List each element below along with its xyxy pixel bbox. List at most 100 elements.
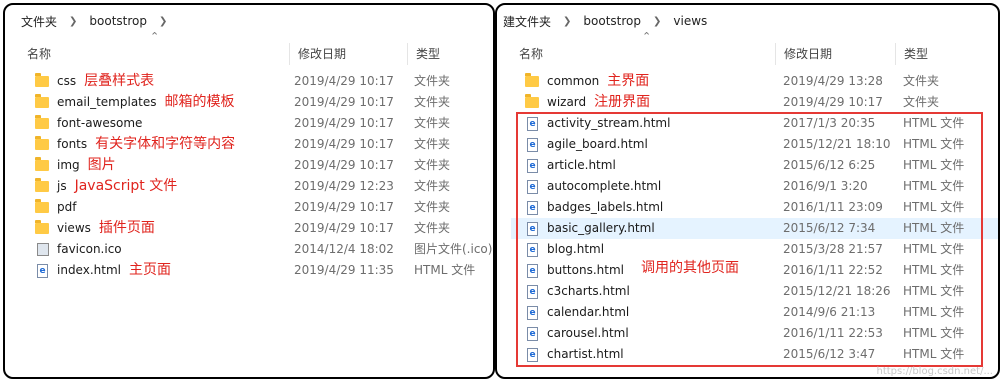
list-item-name-cell[interactable]: views 插件页面 [35, 218, 155, 239]
list-item-name-cell[interactable]: e blog.html [525, 239, 604, 260]
file-date: 2015/12/21 18:26 [783, 284, 891, 298]
html-file-icon: e [527, 116, 538, 131]
list-item[interactable]: common 主界面 2019/4/29 13:28 文件夹 [511, 71, 998, 92]
list-item[interactable]: fonts 有关字体和字符等内容 2019/4/29 10:17 文件夹 [19, 134, 493, 155]
list-item-name-cell[interactable]: e activity_stream.html [525, 113, 670, 134]
list-item-name-cell[interactable]: email_templates 邮箱的模板 [35, 92, 235, 113]
list-item-name-cell[interactable]: e buttons.html [525, 260, 624, 281]
list-item[interactable]: e carousel.html 2016/1/11 22:53 HTML 文件 [511, 323, 998, 344]
folder-icon [525, 94, 539, 108]
folder-icon [35, 94, 49, 108]
list-item-name-cell[interactable]: img 图片 [35, 155, 116, 176]
list-item-name-cell[interactable]: e article.html [525, 155, 616, 176]
file-name: badges_labels.html [547, 200, 664, 214]
column-type[interactable]: 类型 [407, 43, 493, 65]
column-name[interactable]: 名称 [511, 43, 775, 65]
file-name: article.html [547, 158, 616, 172]
list-item[interactable]: email_templates 邮箱的模板 2019/4/29 10:17 文件夹 [19, 92, 493, 113]
list-item-name-cell[interactable]: e carousel.html [525, 323, 629, 344]
column-date[interactable]: 修改日期 [289, 43, 407, 65]
list-item[interactable]: e autocomplete.html 2016/9/1 3:20 HTML 文件 [511, 176, 998, 197]
html-file-icon: e [527, 221, 538, 236]
html-file-icon: e [527, 158, 538, 173]
html-file-icon: e [527, 242, 538, 257]
list-item[interactable]: views 插件页面 2019/4/29 10:17 文件夹 [19, 218, 493, 239]
list-item[interactable]: wizard 注册界面 2019/4/29 10:17 文件夹 [511, 92, 998, 113]
annotation-note: 主页面 [128, 262, 171, 278]
list-item[interactable]: img 图片 2019/4/29 10:17 文件夹 [19, 155, 493, 176]
file-date: 2019/4/29 10:17 [294, 137, 394, 151]
list-item-name-cell[interactable]: font-awesome [35, 113, 142, 134]
file-type: 文件夹 [903, 95, 940, 109]
list-item[interactable]: e article.html 2015/6/12 6:25 HTML 文件 [511, 155, 998, 176]
html-file-icon: e [527, 347, 538, 362]
list-item[interactable]: e c3charts.html 2015/12/21 18:26 HTML 文件 [511, 281, 998, 302]
list-item[interactable]: e blog.html 2015/3/28 21:57 HTML 文件 [511, 239, 998, 260]
list-item[interactable]: e activity_stream.html 2017/1/3 20:35 HTML … [511, 113, 998, 134]
file-date: 2019/4/29 12:23 [294, 179, 394, 193]
file-name: agile_board.html [547, 137, 648, 151]
file-type: 文件夹 [414, 179, 451, 193]
chevron-right-icon[interactable]: ❯ [159, 16, 167, 27]
breadcrumb-item-parent[interactable]: 文件夹 [21, 13, 57, 30]
list-item[interactable]: favicon.ico 2014/12/4 18:02 图片文件(.ico) [19, 239, 493, 260]
list-item[interactable]: e badges_labels.html 2016/1/11 23:09 HTML 文… [511, 197, 998, 218]
list-item[interactable]: e calendar.html 2014/9/6 21:13 HTML 文件 [511, 302, 998, 323]
file-date: 2019/4/29 10:17 [294, 221, 394, 235]
breadcrumb-item-current[interactable]: views [673, 14, 707, 28]
file-date: 2016/1/11 22:53 [783, 326, 883, 340]
list-item-name-cell[interactable]: e c3charts.html [525, 281, 630, 302]
html-file-icon: e [527, 137, 538, 152]
file-name: calendar.html [547, 305, 630, 319]
list-item[interactable]: e buttons.html 2016/1/11 22:52 HTML 文件 [511, 260, 998, 281]
list-item[interactable]: font-awesome 2019/4/29 10:17 文件夹 [19, 113, 493, 134]
breadcrumb: 建文件夹 ❯ bootstrop ❯ views [503, 11, 707, 31]
html-file-icon: e [527, 326, 538, 341]
file-type: HTML 文件 [903, 305, 965, 319]
file-type: HTML 文件 [903, 179, 965, 193]
list-item-name-cell[interactable]: e autocomplete.html [525, 176, 661, 197]
list-item-name-cell[interactable]: fonts 有关字体和字符等内容 [35, 134, 235, 155]
list-item-name-cell[interactable]: common 主界面 [525, 71, 649, 92]
file-name: index.html [57, 263, 121, 277]
list-item-name-cell[interactable]: e calendar.html [525, 302, 629, 323]
annotation-note: 层叠样式表 [84, 73, 155, 89]
file-name: blog.html [547, 242, 605, 256]
list-item-name-cell[interactable]: e badges_labels.html [525, 197, 663, 218]
column-name[interactable]: 名称 [19, 43, 289, 65]
breadcrumb-item-current[interactable]: bootstrop [89, 14, 147, 28]
breadcrumb-item-parent[interactable]: 建文件夹 [503, 13, 551, 30]
column-date[interactable]: 修改日期 [775, 43, 895, 65]
list-item[interactable]: css 层叠样式表 2019/4/29 10:17 文件夹 [19, 71, 493, 92]
file-type: HTML 文件 [903, 347, 965, 361]
list-item-name-cell[interactable]: favicon.ico [35, 239, 122, 260]
list-item-name-cell[interactable]: e basic_gallery.html [525, 218, 655, 239]
folder-icon [35, 115, 49, 129]
file-date: 2014/12/4 18:02 [294, 242, 394, 256]
list-item[interactable]: js JavaScript 文件 2019/4/29 12:23 文件夹 [19, 176, 493, 197]
list-item[interactable]: e agile_board.html 2015/12/21 18:10 HTML 文件 [511, 134, 998, 155]
list-item[interactable]: e basic_gallery.html 2015/6/12 7:34 HTML 文件 [511, 218, 998, 239]
list-item-name-cell[interactable]: css 层叠样式表 [35, 71, 154, 92]
file-list: css 层叠样式表 2019/4/29 10:17 文件夹 email_template… [19, 71, 493, 281]
file-type: HTML 文件 [903, 326, 965, 340]
list-item[interactable]: e index.html 主页面 2019/4/29 11:35 HTML 文件 [19, 260, 493, 281]
file-type: 文件夹 [414, 158, 451, 172]
list-item-name-cell[interactable]: js JavaScript 文件 [35, 176, 177, 197]
list-item-name-cell[interactable]: e chartist.html [525, 344, 624, 365]
list-item-name-cell[interactable]: wizard 注册界面 [525, 92, 650, 113]
file-name: basic_gallery.html [547, 221, 655, 235]
file-type: 文件夹 [414, 95, 451, 109]
list-item[interactable]: pdf 2019/4/29 10:17 文件夹 [19, 197, 493, 218]
folder-icon [525, 73, 539, 87]
list-item-name-cell[interactable]: e index.html 主页面 [35, 260, 171, 281]
list-item-name-cell[interactable]: e agile_board.html [525, 134, 648, 155]
file-date: 2019/4/29 13:28 [783, 74, 883, 88]
html-file-icon: e [527, 305, 538, 320]
chevron-right-icon: ❯ [69, 15, 78, 27]
column-type[interactable]: 类型 [895, 43, 998, 65]
breadcrumb-item-bootstrop[interactable]: bootstrop [583, 14, 641, 28]
list-item[interactable]: e chartist.html 2015/6/12 3:47 HTML 文件 [511, 344, 998, 365]
list-item-name-cell[interactable]: pdf [35, 197, 76, 218]
file-name: common [547, 74, 600, 88]
